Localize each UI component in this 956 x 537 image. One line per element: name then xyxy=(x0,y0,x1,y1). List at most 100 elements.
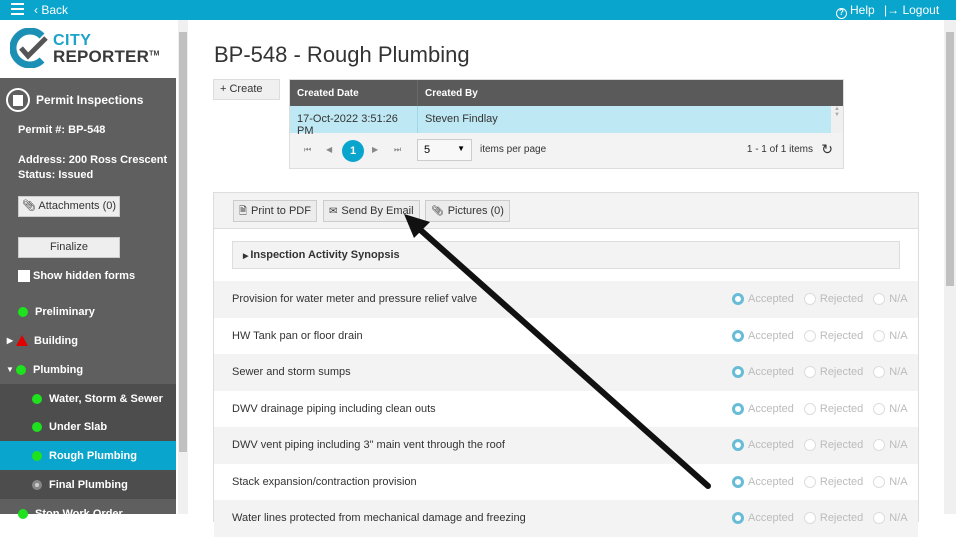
radio-option-accepted[interactable]: Accepted xyxy=(732,329,794,342)
hamburger-menu-icon[interactable] xyxy=(11,3,24,16)
checklist-item: Provision for water meter and pressure r… xyxy=(214,281,918,318)
main-scrollbar[interactable] xyxy=(944,20,956,514)
first-page-icon[interactable]: ⏮ xyxy=(304,145,311,155)
radio-option-na[interactable]: N/A xyxy=(873,366,908,379)
building-icon xyxy=(6,88,30,112)
radio-option-rejected[interactable]: Rejected xyxy=(803,293,863,306)
radio-option-accepted[interactable]: Accepted xyxy=(732,475,794,488)
radio-button[interactable] xyxy=(873,512,886,525)
refresh-icon[interactable]: ↻ xyxy=(821,141,833,158)
prev-page-icon[interactable]: ◀ xyxy=(326,145,332,154)
scrollbar-thumb[interactable] xyxy=(946,32,954,286)
radio-option-na[interactable]: N/A xyxy=(873,512,908,525)
logout-link[interactable]: |→ Logout xyxy=(884,3,939,17)
radio-option-accepted[interactable]: Accepted xyxy=(732,293,794,306)
nav-item-water-storm-sewer[interactable]: Water, Storm & Sewer xyxy=(0,384,176,413)
radio-option-accepted[interactable]: Accepted xyxy=(732,439,794,452)
radio-button[interactable] xyxy=(732,329,744,342)
dropdown-arrow-icon: ▼ xyxy=(457,144,465,153)
nav-item-rough-plumbing[interactable]: Rough Plumbing xyxy=(0,441,176,470)
permit-address: Address: 200 Ross Crescent xyxy=(18,154,168,166)
radio-button[interactable] xyxy=(803,329,816,342)
status-pending-icon xyxy=(32,479,42,490)
nav-item-building[interactable]: ▶ Building xyxy=(0,326,176,355)
caret-down-icon[interactable]: ▼ xyxy=(4,365,16,374)
radio-option-accepted[interactable]: Accepted xyxy=(732,512,794,525)
records-grid: Created Date Created By 17-Oct-2022 3:51… xyxy=(289,79,844,169)
item-count: 1 - 1 of 1 items xyxy=(746,144,813,155)
grid-header: Created Date Created By xyxy=(290,80,843,106)
logout-icon: |→ xyxy=(884,3,903,17)
radio-button[interactable] xyxy=(873,329,886,342)
radio-button[interactable] xyxy=(803,293,816,306)
radio-button[interactable] xyxy=(732,293,744,306)
radio-option-na[interactable]: N/A xyxy=(873,439,908,452)
radio-button[interactable] xyxy=(803,439,816,452)
show-hidden-forms-checkbox[interactable]: Show hidden forms xyxy=(18,270,135,282)
caret-right-icon[interactable]: ▶ xyxy=(4,336,16,345)
radio-option-rejected[interactable]: Rejected xyxy=(803,475,863,488)
radio-option-rejected[interactable]: Rejected xyxy=(803,366,863,379)
current-page[interactable]: 1 xyxy=(342,140,364,162)
column-header[interactable]: Created By xyxy=(418,80,843,106)
checklist-item: Sewer and storm sumps Accepted Rejected N/A xyxy=(214,354,918,391)
radio-button[interactable] xyxy=(732,366,744,379)
status-complete-icon xyxy=(16,364,26,375)
radio-option-rejected[interactable]: Rejected xyxy=(803,402,863,415)
radio-option-accepted[interactable]: Accepted xyxy=(732,366,794,379)
nav-item-under-slab[interactable]: Under Slab xyxy=(0,412,176,441)
help-link[interactable]: ? Help xyxy=(836,3,875,19)
nav-item-preliminary[interactable]: Preliminary xyxy=(0,297,176,326)
cell: Steven Findlay xyxy=(425,113,498,125)
radio-button[interactable] xyxy=(873,475,886,488)
pdf-icon: 🗎︎ xyxy=(239,206,248,217)
nav-item-plumbing[interactable]: ▼ Plumbing xyxy=(0,355,176,384)
table-row[interactable]: 17-Oct-2022 3:51:26 PM Steven Findlay xyxy=(290,106,843,137)
radio-button[interactable] xyxy=(732,512,744,525)
radio-group: Accepted Rejected N/A xyxy=(732,366,918,379)
finalize-button[interactable]: Finalize xyxy=(18,237,120,258)
radio-button[interactable] xyxy=(732,402,744,415)
print-to-pdf-button[interactable]: 🗎︎ Print to PDF xyxy=(233,200,317,222)
radio-option-na[interactable]: N/A xyxy=(873,293,908,306)
radio-option-na[interactable]: N/A xyxy=(873,475,908,488)
grid-scrollbar[interactable]: ▲ ▼ xyxy=(831,106,843,133)
send-by-email-button[interactable]: ✉ Send By Email xyxy=(323,200,420,222)
pictures-button[interactable]: 📎︎ Pictures (0) xyxy=(425,200,510,222)
status-complete-icon xyxy=(32,450,42,461)
radio-option-rejected[interactable]: Rejected xyxy=(803,439,863,452)
nav-item-final-plumbing[interactable]: Final Plumbing xyxy=(0,470,176,499)
page-size-select[interactable]: 5 ▼ xyxy=(417,139,472,161)
attachments-button[interactable]: 📎︎ Attachments (0) xyxy=(18,196,120,217)
back-link[interactable]: ‹ Back xyxy=(34,3,68,17)
last-page-icon[interactable]: ⏭ xyxy=(394,145,401,155)
radio-button[interactable] xyxy=(803,366,816,379)
radio-button[interactable] xyxy=(732,439,744,452)
radio-button[interactable] xyxy=(803,475,816,488)
radio-button[interactable] xyxy=(873,439,886,452)
radio-button[interactable] xyxy=(873,366,886,379)
radio-option-na[interactable]: N/A xyxy=(873,402,908,415)
checkbox[interactable] xyxy=(18,270,30,282)
radio-option-accepted[interactable]: Accepted xyxy=(732,402,794,415)
item-label: Provision for water meter and pressure r… xyxy=(232,293,478,306)
radio-option-na[interactable]: N/A xyxy=(873,329,908,342)
next-page-icon[interactable]: ▶ xyxy=(372,145,378,154)
radio-button[interactable] xyxy=(803,512,816,525)
sidebar-scrollbar[interactable] xyxy=(178,20,188,514)
radio-button[interactable] xyxy=(732,475,744,488)
item-label: HW Tank pan or floor drain xyxy=(232,329,363,342)
radio-option-rejected[interactable]: Rejected xyxy=(803,512,863,525)
create-button[interactable]: + Create xyxy=(213,79,280,100)
checklist-item: Water lines protected from mechanical da… xyxy=(214,500,918,537)
status-warning-icon xyxy=(16,335,28,346)
radio-group: Accepted Rejected N/A xyxy=(732,293,918,306)
radio-option-rejected[interactable]: Rejected xyxy=(803,329,863,342)
scrollbar-thumb[interactable] xyxy=(179,32,187,452)
paperclip-icon: 📎︎ xyxy=(21,200,39,212)
radio-button[interactable] xyxy=(803,402,816,415)
radio-button[interactable] xyxy=(873,402,886,415)
synopsis-toggle[interactable]: ▶ Inspection Activity Synopsis xyxy=(232,241,900,269)
column-header[interactable]: Created Date xyxy=(290,80,418,106)
radio-button[interactable] xyxy=(873,293,886,306)
